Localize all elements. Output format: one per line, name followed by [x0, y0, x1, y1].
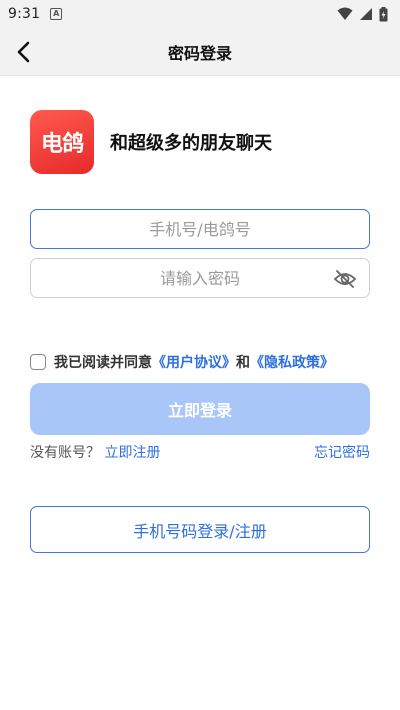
agreement-row: 我已阅读并同意 《用户协议》 和 《隐私政策》: [30, 352, 334, 372]
signal-icon: [360, 8, 372, 20]
notification-icon: A: [50, 8, 63, 20]
register-prompt: 没有账号？: [30, 445, 100, 461]
phone-login-button-label: 手机号码登录/注册: [133, 521, 267, 541]
brand-header: 电鸽 和超级多的朋友聊天: [30, 110, 272, 174]
status-bar: 9:31 A: [0, 0, 400, 28]
register-link[interactable]: 立即注册: [104, 445, 160, 461]
user-agreement-link[interactable]: 《用户协议》: [152, 352, 236, 372]
login-button[interactable]: 立即登录: [30, 383, 370, 435]
agreement-conjunction: 和: [236, 355, 250, 371]
status-icons: [337, 6, 388, 22]
navigation-bar: 密码登录: [0, 28, 400, 76]
phone-field[interactable]: [30, 209, 370, 249]
status-time: 9:31: [8, 6, 41, 22]
agreement-text: 我已阅读并同意: [54, 355, 152, 371]
password-input[interactable]: [90, 268, 310, 288]
wifi-icon: [337, 7, 353, 20]
agreement-checkbox[interactable]: [30, 354, 46, 370]
privacy-policy-link[interactable]: 《隐私政策》: [250, 352, 334, 372]
slogan: 和超级多的朋友聊天: [110, 133, 272, 154]
back-button[interactable]: [10, 38, 38, 66]
forgot-password-link[interactable]: 忘记密码: [314, 442, 370, 462]
chevron-left-icon: [17, 41, 30, 63]
app-logo: 电鸽: [30, 110, 94, 174]
phone-login-button[interactable]: 手机号码登录/注册: [30, 506, 370, 553]
eye-off-icon[interactable]: [333, 268, 357, 290]
battery-icon: [379, 6, 388, 21]
page-title: 密码登录: [167, 43, 232, 63]
login-button-label: 立即登录: [167, 401, 232, 420]
register-group: 没有账号？ 立即注册: [30, 442, 160, 462]
phone-input[interactable]: [90, 219, 310, 239]
account-links: 没有账号？ 立即注册 忘记密码: [30, 442, 370, 462]
logo-text: 电鸽: [40, 132, 84, 157]
password-field[interactable]: [30, 258, 370, 298]
